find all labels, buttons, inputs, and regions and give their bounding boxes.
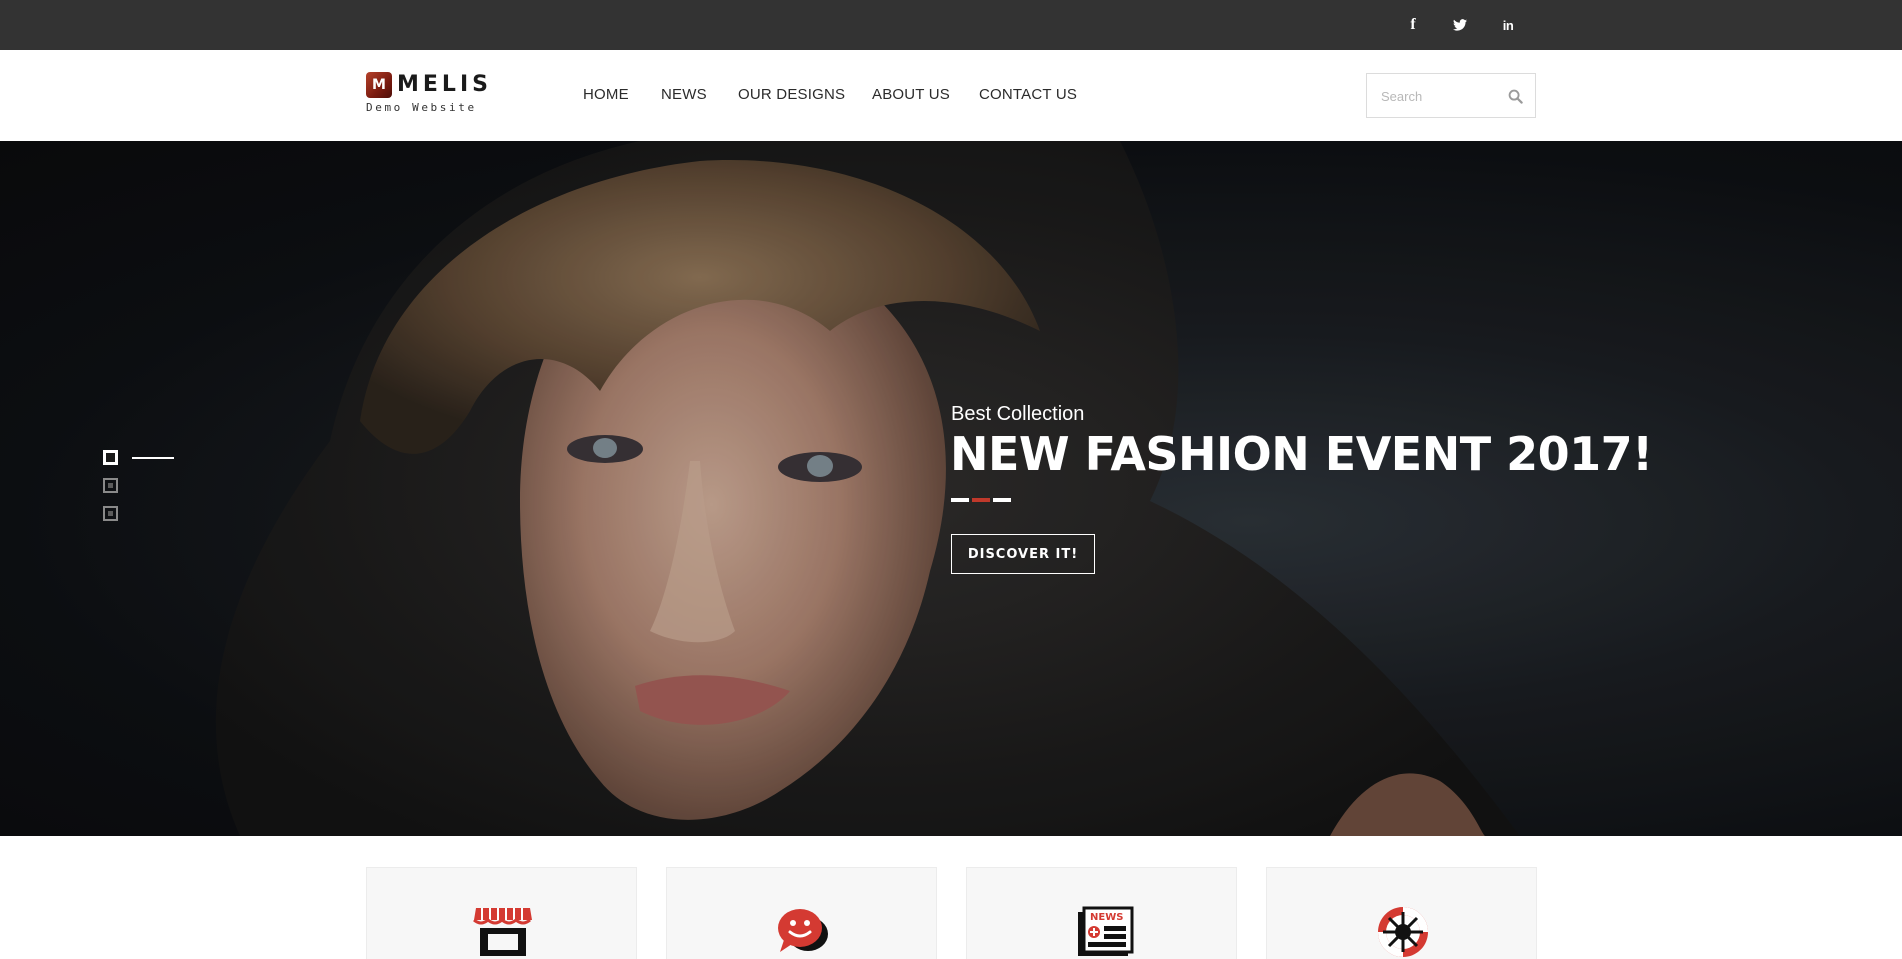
feature-card-support[interactable] (1266, 867, 1537, 959)
logo-mark: M (366, 72, 392, 98)
nav-contact-us[interactable]: CONTACT US (979, 86, 1077, 103)
svg-text:NEWS: NEWS (1090, 912, 1123, 923)
feature-card-chat[interactable] (666, 867, 937, 959)
nav-news[interactable]: NEWS (661, 86, 707, 103)
shop-awning-icon (473, 908, 532, 956)
feature-cards: NEWS (0, 836, 1902, 959)
facebook-icon[interactable]: f (1402, 14, 1424, 36)
active-slide-line (132, 457, 174, 459)
feature-card-news[interactable]: NEWS (966, 867, 1237, 959)
top-bar: f in (0, 0, 1902, 50)
feature-card-shop[interactable] (366, 867, 637, 959)
newspaper-icon: NEWS (1078, 906, 1134, 956)
chat-bubble-icon (778, 909, 828, 952)
logo-title: MELIS (397, 72, 492, 97)
nav-our-designs[interactable]: OUR DESIGNS (738, 86, 845, 103)
nav-about-us[interactable]: ABOUT US (872, 86, 950, 103)
search-box (1366, 73, 1536, 118)
twitter-icon[interactable] (1449, 14, 1471, 36)
search-input[interactable] (1381, 86, 1501, 106)
slide-dot-1[interactable] (103, 450, 118, 465)
discover-button[interactable]: DISCOVER IT! (951, 534, 1095, 574)
hero-subtitle: Best Collection (951, 403, 1085, 425)
hero-portrait-image (0, 141, 1902, 836)
logo-subtitle: Demo Website (366, 101, 477, 114)
site-header: M MELIS Demo Website HOME NEWS OUR DESIG… (0, 50, 1902, 141)
search-icon[interactable] (1508, 89, 1523, 104)
hero-slider: Best Collection NEW FASHION EVENT 2017! … (0, 141, 1902, 836)
lifebuoy-icon (1378, 907, 1428, 957)
hero-divider (951, 498, 1011, 502)
slide-dot-3[interactable] (103, 506, 118, 521)
site-logo[interactable]: M MELIS Demo Website (366, 70, 496, 116)
linkedin-icon[interactable]: in (1497, 14, 1519, 36)
hero-title: NEW FASHION EVENT 2017! (950, 427, 1653, 481)
nav-home[interactable]: HOME (583, 86, 629, 103)
slide-dot-2[interactable] (103, 478, 118, 493)
